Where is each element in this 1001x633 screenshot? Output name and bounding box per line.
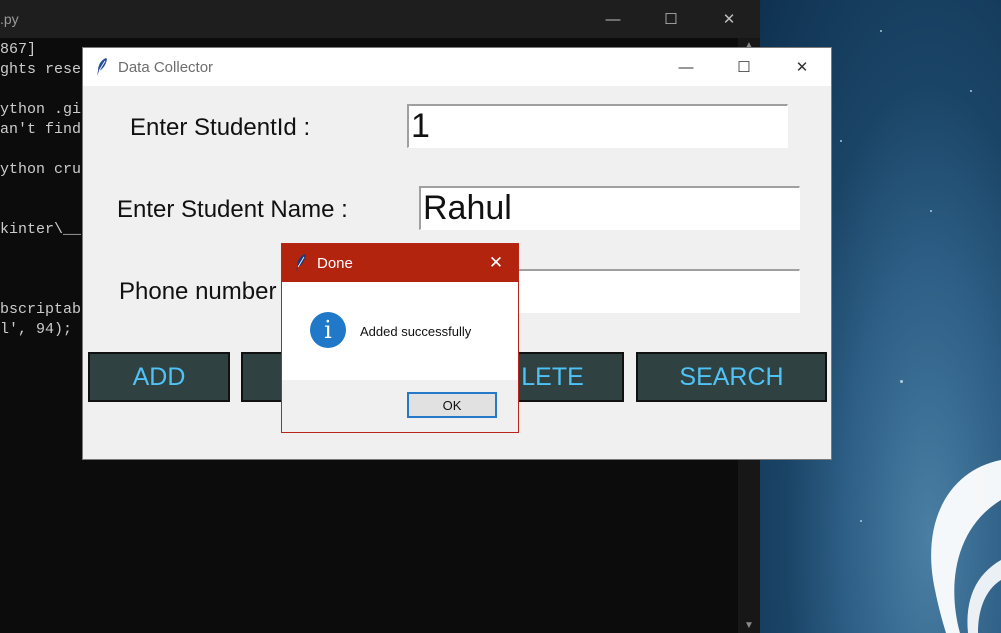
console-line: ython cru [0, 161, 82, 178]
console-title: .py [0, 11, 19, 27]
info-icon: i [310, 312, 346, 348]
student-name-field[interactable]: Rahul [419, 186, 800, 230]
add-button[interactable]: ADD [88, 352, 230, 402]
search-button[interactable]: SEARCH [636, 352, 827, 402]
feather-icon [296, 254, 306, 272]
student-id-label: Enter StudentId : [130, 114, 311, 141]
console-maximize-button[interactable]: ☐ [642, 0, 700, 38]
scroll-down-icon[interactable]: ▼ [738, 620, 760, 631]
console-line: ython .gi [0, 101, 82, 118]
student-id-field[interactable]: 1 [407, 104, 788, 148]
console-line: kinter\__ [0, 221, 82, 238]
console-line: ghts rese [0, 61, 82, 78]
console-line: l', 94); [0, 321, 73, 338]
feather-icon [97, 58, 107, 76]
dialog-message: Added successfully [360, 324, 472, 339]
student-name-label: Enter Student Name : [117, 196, 348, 223]
dialog-close-button[interactable]: ✕ [474, 244, 518, 282]
console-line: bscriptab [0, 301, 82, 318]
ok-button[interactable]: OK [407, 392, 497, 418]
phone-label: Phone number [119, 278, 277, 305]
done-dialog: Done ✕ i Added successfully OK [281, 243, 519, 433]
app-minimize-button[interactable]: — [657, 48, 715, 86]
console-line: an't find [0, 121, 82, 138]
console-line: 867] [0, 41, 37, 58]
console-close-button[interactable]: ✕ [700, 0, 758, 38]
app-titlebar: Data Collector — ☐ ✕ [83, 48, 831, 86]
console-output: 867] ghts rese ython .gi an't find ython c… [0, 40, 81, 340]
app-close-button[interactable]: ✕ [773, 48, 831, 86]
console-titlebar: .py — ☐ ✕ [0, 0, 760, 38]
dialog-body: i Added successfully [282, 282, 518, 380]
app-title: Data Collector [118, 59, 214, 76]
dialog-title: Done [317, 255, 353, 272]
dialog-titlebar: Done ✕ [282, 244, 518, 282]
app-maximize-button[interactable]: ☐ [715, 48, 773, 86]
console-minimize-button[interactable]: — [584, 0, 642, 38]
